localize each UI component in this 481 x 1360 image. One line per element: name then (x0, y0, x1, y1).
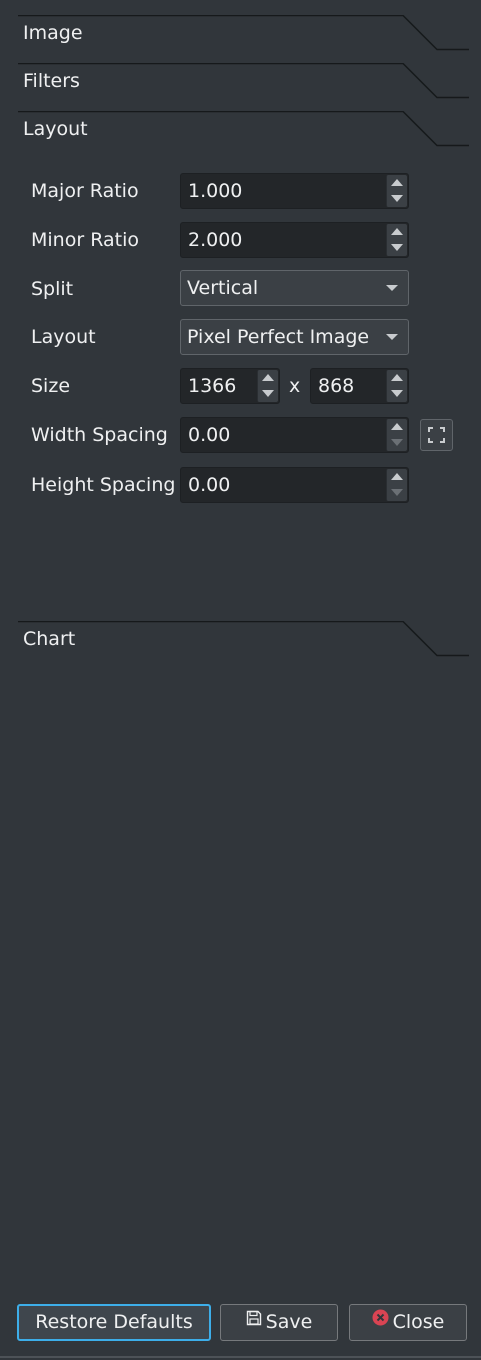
save-label: Save (265, 1311, 313, 1333)
spin-buttons (386, 224, 407, 256)
layout-select[interactable]: Pixel Perfect Image | (180, 319, 409, 355)
divider (0, 1356, 481, 1358)
size-separator: x (289, 375, 301, 397)
major-ratio-label: Major Ratio (31, 180, 139, 202)
spin-down-icon[interactable] (387, 191, 407, 207)
height-spacing-label: Height Spacing (31, 474, 176, 496)
close-button[interactable]: Close (349, 1304, 467, 1341)
section-image[interactable]: Image (0, 15, 481, 65)
close-circle-icon (372, 1303, 389, 1338)
chevron-down-icon (386, 285, 398, 291)
section-layout[interactable]: Layout (0, 111, 481, 161)
size-width-value: 1366 (188, 375, 237, 397)
section-chart[interactable]: Chart (0, 621, 481, 671)
close-label: Close (392, 1311, 445, 1333)
size-height-spinbox[interactable]: 868 (310, 368, 409, 404)
spin-up-icon[interactable] (387, 175, 407, 191)
minor-ratio-spinbox[interactable]: 2.000 (180, 222, 409, 258)
spin-down-icon[interactable] (387, 485, 407, 501)
width-spacing-label: Width Spacing (31, 424, 168, 446)
major-ratio-spinbox[interactable]: 1.000 (180, 173, 409, 209)
section-title: Image (23, 22, 83, 44)
major-ratio-value: 1.000 (188, 180, 243, 202)
spin-buttons (386, 175, 407, 207)
minor-ratio-value: 2.000 (188, 229, 243, 251)
spin-buttons (386, 469, 407, 501)
spin-up-icon[interactable] (387, 370, 407, 386)
layout-value: Pixel Perfect Image | (187, 326, 377, 348)
spin-buttons (386, 419, 407, 451)
save-button[interactable]: Save (220, 1304, 338, 1341)
fullscreen-icon (428, 427, 445, 443)
fit-size-button[interactable] (420, 419, 453, 451)
size-width-spinbox[interactable]: 1366 (180, 368, 280, 404)
split-select[interactable]: Vertical (180, 270, 409, 306)
spin-down-icon[interactable] (387, 435, 407, 451)
section-title: Chart (23, 628, 76, 650)
spin-up-icon[interactable] (387, 224, 407, 240)
chevron-down-icon (386, 334, 398, 340)
layout-label: Layout (31, 326, 96, 348)
height-spacing-spinbox[interactable]: 0.00 (180, 467, 409, 503)
section-title: Layout (23, 118, 88, 140)
width-spacing-spinbox[interactable]: 0.00 (180, 417, 409, 453)
split-value: Vertical (187, 277, 259, 299)
split-label: Split (31, 278, 74, 300)
spin-up-icon[interactable] (387, 419, 407, 435)
floppy-disk-icon (246, 1303, 262, 1338)
restore-defaults-button[interactable]: Restore Defaults (17, 1304, 211, 1341)
spin-buttons (386, 370, 407, 402)
section-filters[interactable]: Filters (0, 63, 481, 113)
size-height-value: 868 (318, 375, 355, 397)
width-spacing-value: 0.00 (188, 424, 231, 446)
section-title: Filters (23, 70, 80, 92)
height-spacing-value: 0.00 (188, 474, 231, 496)
minor-ratio-label: Minor Ratio (31, 229, 139, 251)
spin-down-icon[interactable] (258, 386, 278, 402)
spin-down-icon[interactable] (387, 240, 407, 256)
size-label: Size (31, 375, 71, 397)
spin-buttons (257, 370, 278, 402)
spin-up-icon[interactable] (258, 370, 278, 386)
spin-up-icon[interactable] (387, 469, 407, 485)
spin-down-icon[interactable] (387, 386, 407, 402)
restore-defaults-label: Restore Defaults (35, 1311, 193, 1333)
